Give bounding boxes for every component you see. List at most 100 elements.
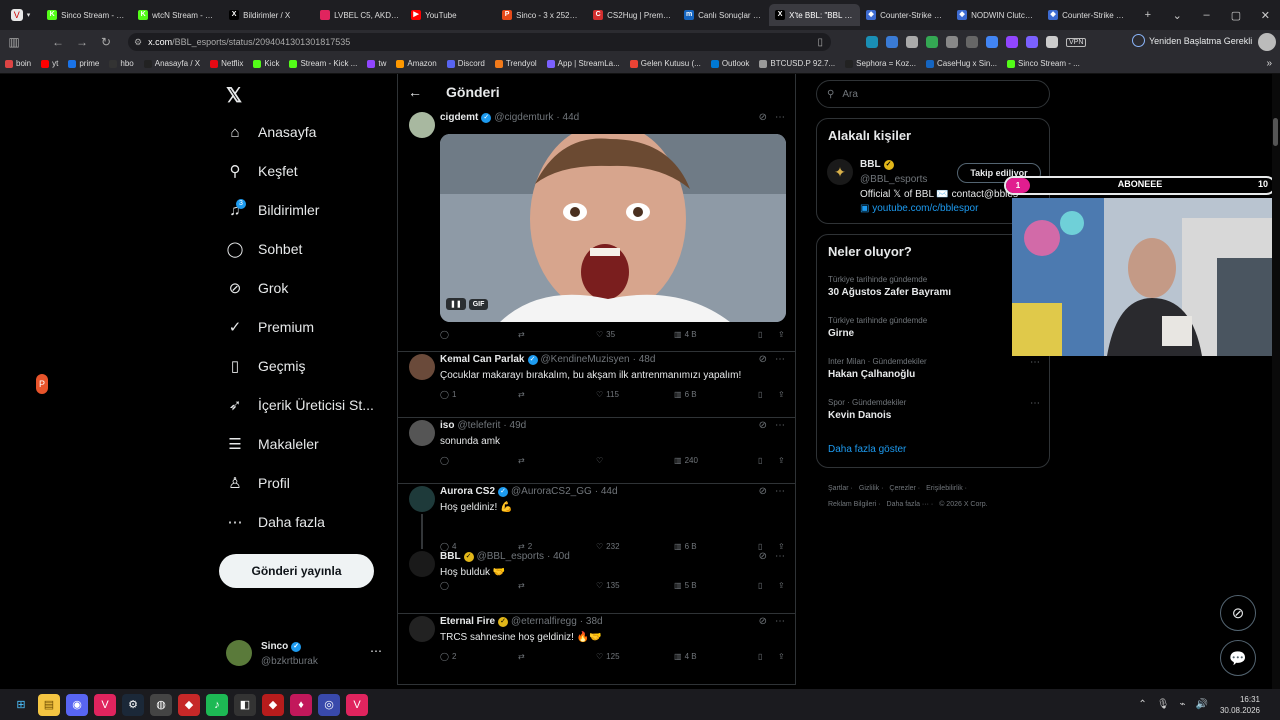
bookmark-post-button[interactable]: ▯ xyxy=(758,330,778,339)
post-time[interactable]: · 38d xyxy=(580,616,603,627)
page-scrollbar[interactable] xyxy=(1272,74,1280,689)
repost-button[interactable]: ⇄ xyxy=(518,330,596,339)
reply-post[interactable]: cigdemt ✓ @cigdemturk · 44d ⊘ ⋯ ❚❚ GIF ◯ ⇄ ♡… xyxy=(398,110,795,352)
bookmark-item[interactable]: hbo xyxy=(104,59,138,68)
trend-item[interactable]: Türkiye tarihinde gündemde 30 Ağustos Zaf… xyxy=(828,275,1040,298)
post-author-handle[interactable]: @cigdemturk xyxy=(494,112,553,123)
footer-link[interactable]: Daha fazla ··· · xyxy=(887,501,934,508)
share-button[interactable]: ⇪ xyxy=(778,330,788,339)
bookmark-item[interactable]: Gelen Kutusu (... xyxy=(625,59,706,68)
close-window-button[interactable]: ✕ xyxy=(1251,9,1280,22)
messages-fab-icon[interactable]: 💬 xyxy=(1220,640,1256,676)
user-avatar[interactable] xyxy=(409,486,435,512)
like-button[interactable]: ♡ 135 xyxy=(596,581,674,590)
discord-icon[interactable]: ◉ xyxy=(66,693,88,716)
steam-icon[interactable]: ⚙ xyxy=(122,693,144,716)
vivaldi-menu[interactable]: V ▾ xyxy=(0,9,41,21)
like-button[interactable]: ♡ 125 xyxy=(596,652,674,661)
nav-item[interactable]: ✓ Premium xyxy=(226,318,314,336)
app-icon[interactable]: ◎ xyxy=(318,693,340,716)
post-author-handle[interactable]: @teleferit xyxy=(457,420,500,431)
new-tab-button[interactable]: + xyxy=(1133,9,1162,21)
tray-chevron-icon[interactable]: ⌃ xyxy=(1138,699,1146,710)
reply-button[interactable]: ◯ xyxy=(440,330,518,339)
profile-avatar[interactable] xyxy=(1258,33,1276,51)
share-button[interactable]: ⇪ xyxy=(778,652,788,661)
trend-menu-icon[interactable]: ⋯ xyxy=(1030,398,1040,409)
bookmark-item[interactable]: Anasayfa / X xyxy=(139,59,205,68)
like-button[interactable]: ♡ 35 xyxy=(596,330,674,339)
network-icon[interactable]: ⌁ xyxy=(1179,699,1185,710)
browser-tab[interactable]: KwtcN Stream - Watch xyxy=(132,4,223,26)
post-author-name[interactable]: Kemal Can Parlak xyxy=(440,354,525,365)
user-avatar[interactable] xyxy=(409,551,435,577)
bookmark-item[interactable]: Stream - Kick ... xyxy=(284,59,362,68)
forward-button[interactable]: → xyxy=(70,35,94,49)
maximize-button[interactable]: ▢ xyxy=(1221,9,1250,22)
grok-explain-icon[interactable]: ⊘ xyxy=(759,486,767,497)
extension-icon[interactable] xyxy=(926,36,938,48)
post-menu-icon[interactable]: ⋯ xyxy=(775,354,785,365)
extension-icon[interactable] xyxy=(946,36,958,48)
repost-button[interactable]: ⇄ xyxy=(518,581,596,590)
post-menu-icon[interactable]: ⋯ xyxy=(775,616,785,627)
user-avatar[interactable] xyxy=(409,112,435,138)
browser-tab[interactable]: C CS2Hug | Premium xyxy=(587,4,678,26)
repost-button[interactable]: ⇄ xyxy=(518,652,596,661)
nav-item[interactable]: ⋯ Daha fazla xyxy=(226,513,325,531)
mic-icon[interactable]: 🎙 xyxy=(1157,699,1170,710)
x-logo-icon[interactable]: 𝕏 xyxy=(226,83,242,108)
grok-explain-icon[interactable]: ⊘ xyxy=(759,616,767,627)
views-button[interactable]: ▥ 4 B xyxy=(674,330,758,339)
trend-item[interactable]: Spor · Gündemdekiler Kevin Danois ⋯ xyxy=(828,398,1040,421)
start-icon[interactable]: ⊞ xyxy=(10,694,32,716)
bookmark-item[interactable]: Sephora = Koz... xyxy=(840,59,921,68)
reply-button[interactable]: ◯ 2 xyxy=(440,652,518,661)
share-button[interactable]: ⇪ xyxy=(778,456,788,465)
my-avatar[interactable] xyxy=(226,640,252,666)
app-icon[interactable]: ◧ xyxy=(234,693,256,716)
app-icon[interactable]: ♦ xyxy=(290,693,312,716)
browser-tab[interactable]: ▶ YouTube xyxy=(405,4,496,26)
bookmark-item[interactable]: CaseHug x Sin... xyxy=(921,59,1002,68)
url-field[interactable]: ⚙ x.com/BBL_esports/status/2094041301301… xyxy=(128,33,831,51)
related-name[interactable]: BBL xyxy=(860,159,881,170)
scrollbar-thumb[interactable] xyxy=(1273,118,1278,146)
bookmark-post-button[interactable]: ▯ xyxy=(758,390,778,399)
bookmark-post-button[interactable]: ▯ xyxy=(758,456,778,465)
user-avatar[interactable] xyxy=(409,616,435,642)
extension-icon[interactable] xyxy=(1046,36,1058,48)
grok-explain-icon[interactable]: ⊘ xyxy=(759,112,767,123)
grok-explain-icon[interactable]: ⊘ xyxy=(759,354,767,365)
reply-button[interactable]: ◯ xyxy=(440,581,518,590)
reply-button[interactable]: ◯ xyxy=(440,456,518,465)
reply-post[interactable]: BBL ✓ @BBL_esports · 40d ⊘ ⋯ Hoş bulduk 🤝 ◯ ⇄… xyxy=(398,549,795,614)
views-button[interactable]: ▥ 240 xyxy=(674,456,758,465)
extension-icon[interactable] xyxy=(1026,36,1038,48)
browser-tab[interactable]: X X'te BBL: "BBL CS2 xyxy=(769,4,861,26)
extension-icon[interactable] xyxy=(866,36,878,48)
reload-button[interactable]: ↻ xyxy=(94,35,118,49)
browser-tab[interactable]: ◆ Counter-Strike Ran xyxy=(1042,4,1133,26)
trend-item[interactable]: Türkiye tarihinde gündemde Girne xyxy=(828,316,1040,339)
post-button[interactable]: Gönderi yayınla xyxy=(219,554,374,588)
app-icon[interactable]: ◆ xyxy=(262,693,284,716)
extension-icon[interactable] xyxy=(906,36,918,48)
bookmark-item[interactable]: boin xyxy=(0,59,36,68)
nav-item[interactable]: ☰ Makaleler xyxy=(226,435,318,453)
grok-explain-icon[interactable]: ⊘ xyxy=(759,420,767,431)
user-avatar[interactable] xyxy=(409,420,435,446)
bookmark-post-button[interactable]: ▯ xyxy=(758,652,778,661)
trend-menu-icon[interactable]: ⋯ xyxy=(1030,357,1040,368)
repost-button[interactable]: ⇄ xyxy=(518,390,596,399)
grok-fab-icon[interactable]: ⊘ xyxy=(1220,595,1256,631)
tab-list-icon[interactable]: ⌄ xyxy=(1163,9,1192,22)
post-author-handle[interactable]: @eternalfiregg xyxy=(511,616,577,627)
post-author-name[interactable]: Aurora CS2 xyxy=(440,486,495,497)
extension-icon[interactable] xyxy=(966,36,978,48)
nav-item[interactable]: ⌂ Anasayfa xyxy=(226,123,316,141)
app-icon[interactable]: ◆ xyxy=(178,693,200,716)
footer-link[interactable]: Reklam Bilgileri · xyxy=(828,501,881,508)
nav-item[interactable]: ◯ Sohbet xyxy=(226,240,303,258)
nav-item[interactable]: ⚲ Keşfet xyxy=(226,162,298,180)
